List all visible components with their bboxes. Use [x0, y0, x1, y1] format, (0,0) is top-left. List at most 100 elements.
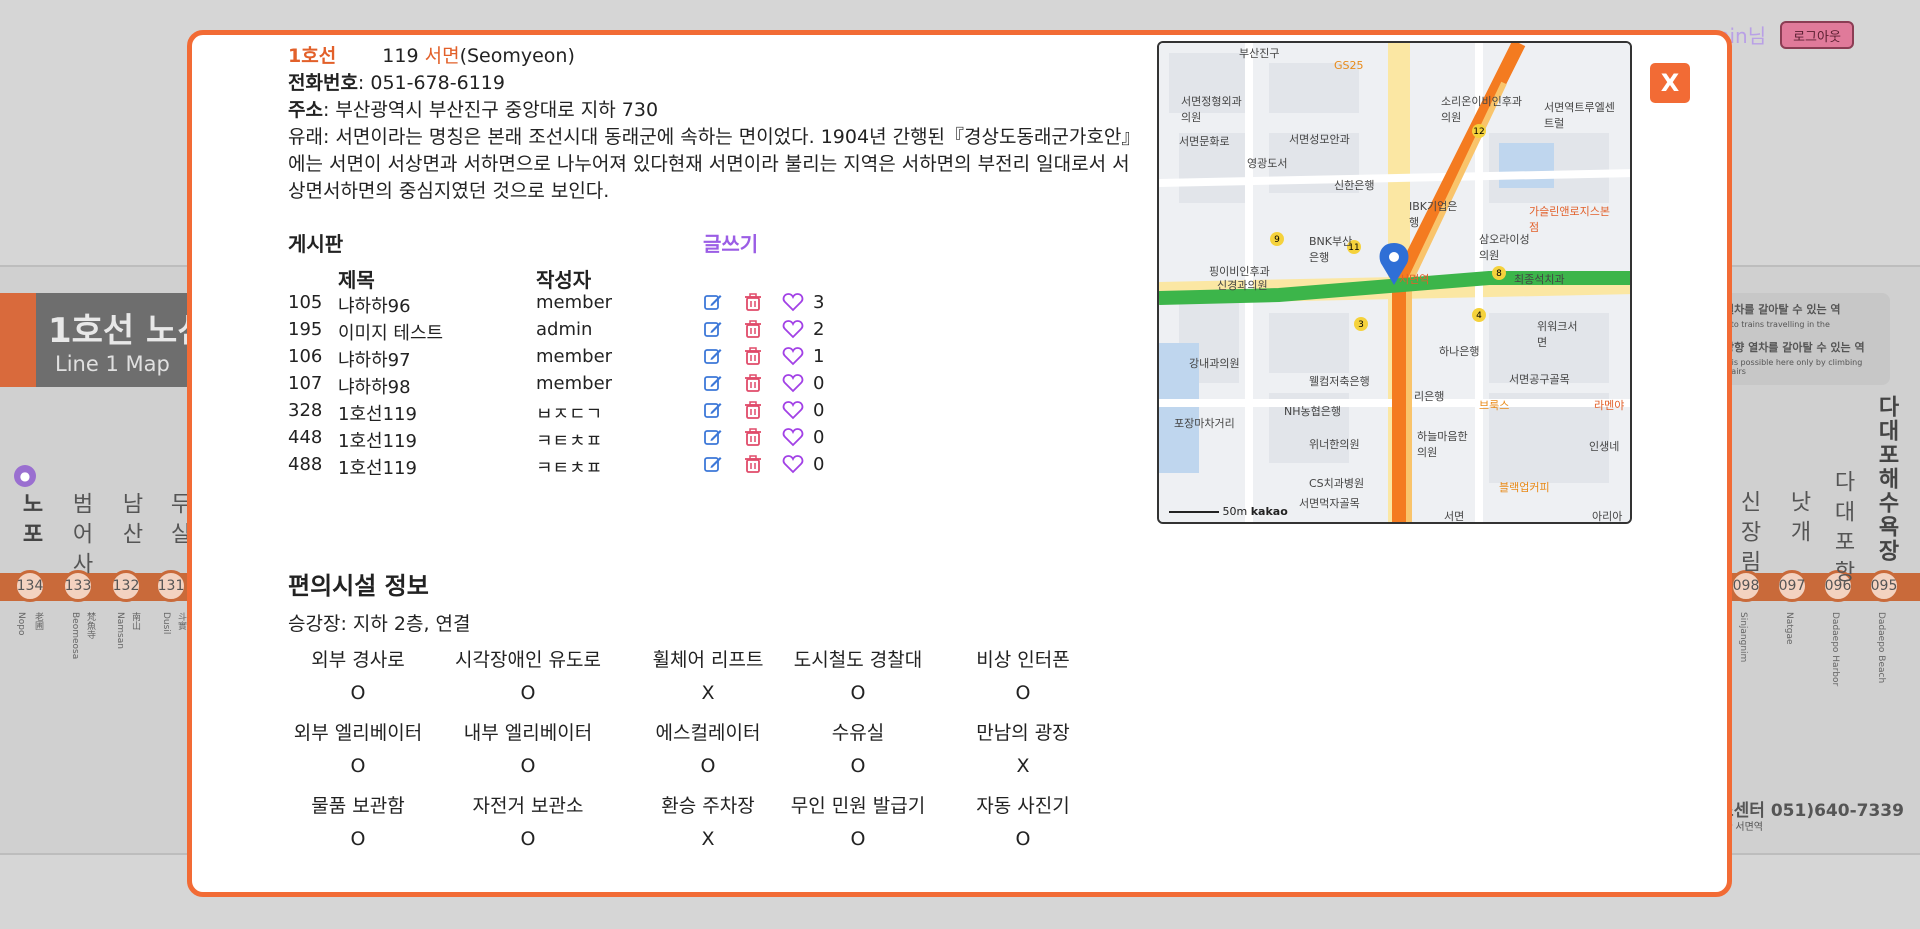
delete-icon[interactable] — [743, 319, 763, 339]
phone-row: 전화번호: 051-678-6119 — [288, 70, 1138, 97]
heart-icon[interactable] — [782, 373, 804, 393]
like-count: 0 — [813, 400, 825, 421]
edit-icon[interactable] — [703, 400, 723, 420]
scale-label: 50m — [1222, 505, 1248, 518]
board-row[interactable]: 328 1호선119 ㅂㅈㄷㄱ 0 — [288, 400, 848, 427]
station-hanja: 老圃 — [33, 612, 43, 630]
map-label: 서면성모안과 — [1289, 133, 1350, 146]
post-title[interactable]: 냐하하96 — [338, 292, 411, 318]
station-roman: Dadaepo Beach — [1876, 612, 1886, 684]
line-map-header-accent — [0, 293, 36, 387]
map-label: 서면문화로 — [1179, 135, 1230, 148]
station-name[interactable]: 신장림 — [1732, 490, 1764, 580]
facility-row: 외부 경사로 O 시각장애인 유도로 O 휠체어 리프트 X 도시철도 경찰대 O 비상 인터폰… — [288, 645, 1148, 718]
post-title[interactable]: 이미지 테스트 — [338, 319, 443, 345]
facility-item: 무인 민원 발급기 O — [768, 791, 948, 850]
board-row[interactable]: 106 냐하하97 member 1 — [288, 346, 848, 373]
facility-label: 내부 엘리베이터 — [463, 722, 593, 744]
delete-icon[interactable] — [743, 400, 763, 420]
close-button[interactable]: X — [1650, 63, 1690, 103]
station-circle[interactable]: 132 — [110, 570, 142, 602]
heart-icon[interactable] — [782, 319, 804, 339]
post-author: ㅋㅌㅊㅍ — [536, 431, 603, 452]
facility-item: 외부 경사로 O — [268, 645, 448, 704]
edit-icon[interactable] — [703, 454, 723, 474]
board-row[interactable]: 448 1호선119 ㅋㅌㅊㅍ 0 — [288, 427, 848, 454]
post-title[interactable]: 냐하하98 — [338, 373, 411, 399]
post-title[interactable]: 1호선119 — [338, 427, 417, 453]
station-name[interactable]: 낫개 — [1782, 490, 1814, 550]
delete-icon[interactable] — [743, 292, 763, 312]
facility-item: 자전거 보관소 O — [438, 791, 618, 850]
like-count: 0 — [813, 454, 825, 475]
map-label: 신한은행 — [1334, 179, 1375, 192]
heart-icon[interactable] — [782, 427, 804, 447]
edit-icon[interactable] — [703, 346, 723, 366]
like-count: 2 — [813, 319, 825, 340]
svg-text:4: 4 — [1476, 311, 1482, 321]
map-label: 하늘마음한의원 — [1417, 430, 1468, 459]
heart-icon[interactable] — [782, 292, 804, 312]
map-scale: 50m kakao — [1169, 505, 1288, 518]
post-title[interactable]: 1호선119 — [338, 454, 417, 480]
station-map[interactable]: 12 4 3 11 9 8 부산진구 GS25 서면정형외과의원 소리온이비인후… — [1157, 41, 1632, 524]
delete-icon[interactable] — [743, 346, 763, 366]
station-roman: Nopo — [16, 612, 26, 636]
edit-icon[interactable] — [703, 292, 723, 312]
station-name[interactable]: 범어사 — [64, 492, 96, 582]
station-circle[interactable]: 131 — [155, 570, 187, 602]
station-circle[interactable]: 095 — [1868, 570, 1900, 602]
delete-icon[interactable] — [743, 427, 763, 447]
edit-icon[interactable] — [703, 319, 723, 339]
board-row[interactable]: 488 1호선119 ㅋㅌㅊㅍ 0 — [288, 454, 848, 481]
legend-line1-sub: s to trains travelling in the — [1724, 320, 1830, 329]
facility-item: 수유실 O — [768, 718, 948, 777]
map-label: 브룩스 — [1479, 399, 1510, 412]
delete-icon[interactable] — [743, 373, 763, 393]
logout-button[interactable]: 로그아웃 — [1780, 21, 1854, 49]
address-row: 주소: 부산광역시 부산진구 중앙대로 지하 730 — [288, 97, 1138, 124]
map-label: 서면역 — [1399, 273, 1430, 286]
map-label: 포장마차거리 — [1174, 417, 1235, 430]
board-row[interactable]: 195 이미지 테스트 admin 2 — [288, 319, 848, 346]
post-author: member — [536, 373, 613, 394]
station-roman: (Seomyeon) — [459, 45, 575, 67]
map-label: 라멘야 — [1594, 399, 1625, 412]
station-name[interactable]: 다대포해수욕장 — [1870, 395, 1902, 563]
facility-item: 자동 사진기 O — [933, 791, 1113, 850]
delete-icon[interactable] — [743, 454, 763, 474]
map-label: 소리온이비인후과의원 — [1441, 95, 1522, 124]
board-row[interactable]: 105 냐하하96 member 3 — [288, 292, 848, 319]
station-name[interactable]: 노포 — [14, 492, 46, 552]
facility-label: 만남의 광장 — [976, 722, 1070, 744]
like-count: 0 — [813, 373, 825, 394]
map-label: 서면먹자골목 — [1299, 497, 1360, 510]
station-circle[interactable]: 134 — [14, 570, 46, 602]
facility-row: 외부 엘리베이터 O 내부 엘리베이터 O 에스컬레이터 O 수유실 O 만남의 광장 X — [288, 718, 1148, 791]
post-id: 448 — [288, 427, 323, 448]
station-name[interactable]: 다대포항 — [1826, 470, 1858, 590]
station-circle[interactable]: 097 — [1776, 570, 1808, 602]
legend-line1: 열차를 갈아탈 수 있는 역 — [1724, 303, 1841, 316]
map-label: GS25 — [1334, 59, 1364, 72]
heart-icon[interactable] — [782, 454, 804, 474]
edit-icon[interactable] — [703, 373, 723, 393]
svg-text:9: 9 — [1274, 235, 1280, 245]
facility-availability: O — [520, 755, 536, 777]
write-post-button[interactable]: 글쓰기 — [703, 228, 758, 257]
subway-icon: ● — [14, 465, 36, 487]
facility-item: 만남의 광장 X — [933, 718, 1113, 777]
heart-icon[interactable] — [782, 346, 804, 366]
post-title[interactable]: 1호선119 — [338, 400, 417, 426]
edit-icon[interactable] — [703, 427, 723, 447]
facility-availability: O — [520, 682, 536, 704]
board-row[interactable]: 107 냐하하98 member 0 — [288, 373, 848, 400]
facility-row: 물품 보관함 O 자전거 보관소 O 환승 주차장 X 무인 민원 발급기 O 자동 사진기 O — [288, 791, 1148, 864]
heart-icon[interactable] — [782, 400, 804, 420]
like-count: 0 — [813, 427, 825, 448]
map-label: 서면역트루엘센트럴 — [1544, 101, 1615, 130]
station-name[interactable]: 남산 — [114, 492, 146, 552]
map-label: 가슬린앤로지스본점 — [1529, 205, 1610, 234]
map-label: IBK기업은행 — [1409, 200, 1458, 229]
post-title[interactable]: 냐하하97 — [338, 346, 411, 372]
